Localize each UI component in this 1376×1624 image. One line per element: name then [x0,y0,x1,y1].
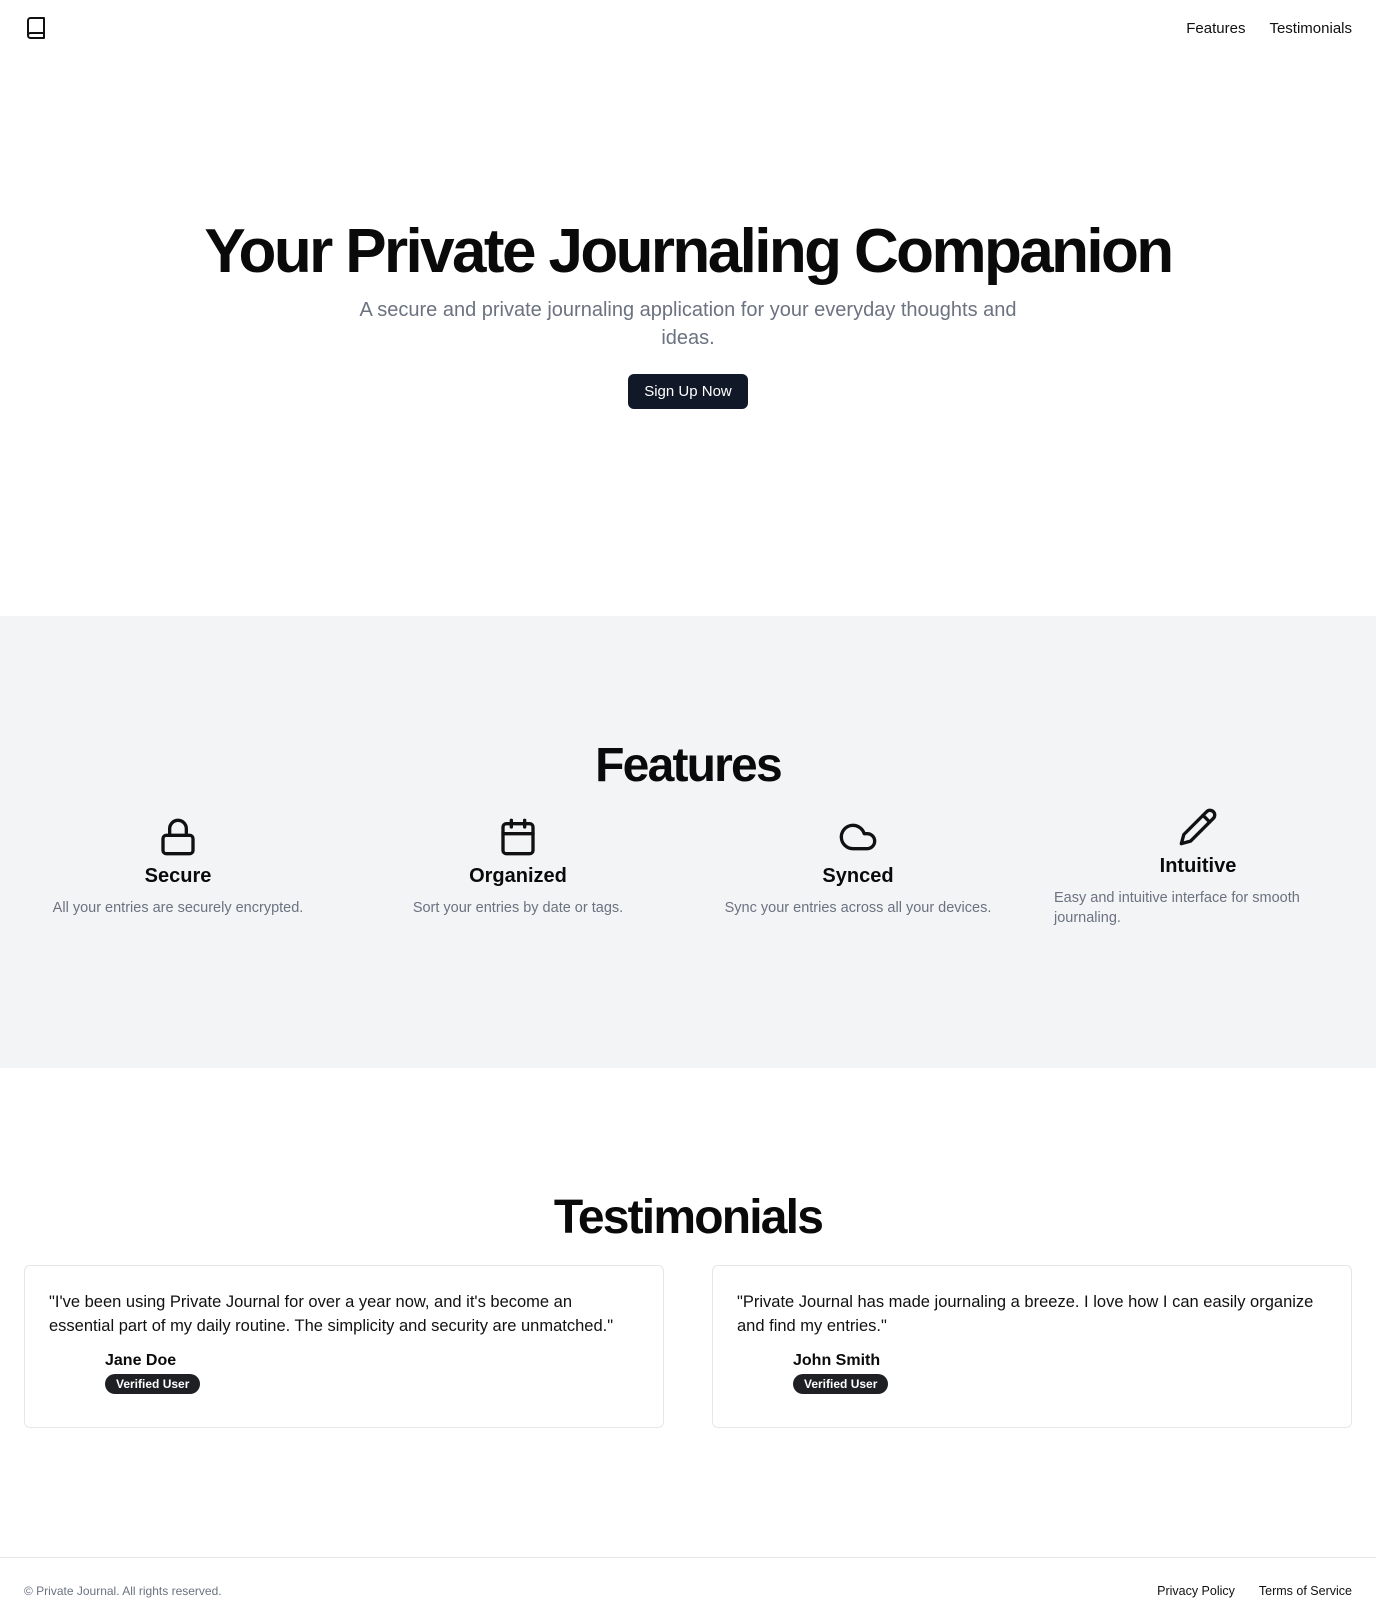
feature-title: Secure [144,865,212,887]
features-grid: Secure All your entries are securely enc… [0,808,1376,928]
testimonials-section: Testimonials "I've been using Private Jo… [0,1190,1376,1428]
book-icon [27,17,45,39]
hero-subtitle: A secure and private journaling applicat… [359,299,1017,350]
testimonial-quote: "I've been using Private Journal for ove… [49,1293,614,1335]
main-nav: Features Testimonials [1186,20,1352,37]
sign-up-button[interactable]: Sign Up Now [628,374,748,410]
copyright-text: © Private Journal. All rights reserved. [24,1584,222,1598]
privacy-policy-link[interactable]: Privacy Policy [1157,1584,1235,1598]
pencil-icon [1179,808,1217,846]
logo-link[interactable] [24,16,48,40]
feature-organized: Organized Sort your entries by date or t… [364,817,672,928]
features-title: Features [595,739,782,792]
feature-title: Synced [822,865,894,887]
verified-badge: Verified User [105,1374,201,1394]
feature-title: Organized [469,865,567,887]
author-name: Jane Doe [105,1352,177,1369]
cloud-icon [839,823,877,851]
features-section: Features Secure All your entries are sec… [0,616,1376,1068]
testimonials-title: Testimonials [553,1191,824,1244]
site-header: Features Testimonials [0,0,1376,56]
feature-description: All your entries are securely encrypted. [52,900,304,916]
testimonial-author: John Smith Verified User [793,1352,1327,1394]
feature-description: Sort your entries by date or tags. [412,900,624,916]
feature-description: Easy and intuitive interface for smooth … [1054,890,1300,926]
testimonial-card: "I've been using Private Journal for ove… [24,1265,664,1428]
feature-secure: Secure All your entries are securely enc… [24,817,332,928]
testimonial-author: Jane Doe Verified User [105,1352,639,1394]
testimonials-grid: "I've been using Private Journal for ove… [0,1265,1376,1428]
feature-intuitive: Intuitive Easy and intuitive interface f… [1044,807,1352,928]
feature-title: Intuitive [1159,855,1237,877]
testimonial-card: "Private Journal has made journaling a b… [712,1265,1352,1428]
hero-section: Your Private Journaling Companion A secu… [0,56,1376,616]
hero-title: Your Private Journaling Companion [204,216,1174,286]
testimonial-quote: "Private Journal has made journaling a b… [737,1293,1314,1335]
verified-badge: Verified User [793,1374,889,1394]
site-footer: © Private Journal. All rights reserved. … [0,1557,1376,1624]
feature-description: Sync your entries across all your device… [724,900,992,916]
landing-page: Features Testimonials Your Private Journ… [0,0,1376,1624]
calendar-icon [501,818,535,856]
nav-link-testimonials[interactable]: Testimonials [1269,20,1352,37]
feature-synced: Synced Sync your entries across all your… [704,817,1012,928]
footer-links: Privacy Policy Terms of Service [1157,1584,1352,1598]
nav-link-features[interactable]: Features [1186,20,1245,37]
terms-of-service-link[interactable]: Terms of Service [1259,1584,1352,1598]
author-name: John Smith [793,1352,881,1369]
lock-icon [161,818,195,856]
